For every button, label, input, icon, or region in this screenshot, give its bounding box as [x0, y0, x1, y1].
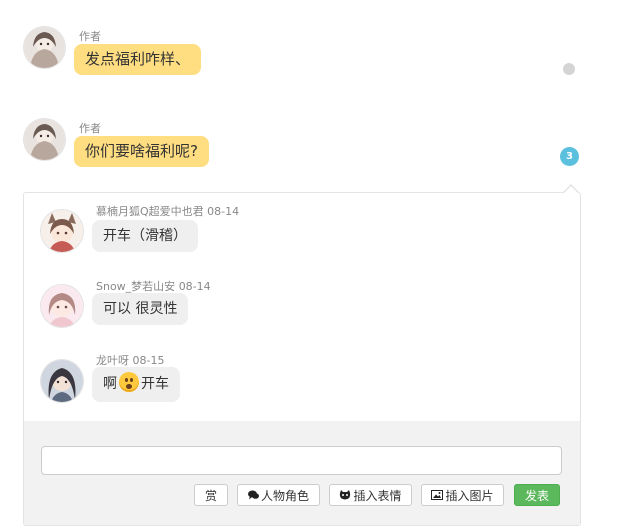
reply-bubble: 可以 很灵性 — [92, 293, 189, 325]
reply-count-badge[interactable]: 3 — [560, 147, 579, 166]
insert-image-label: 插入图片 — [445, 489, 494, 503]
reply-date: 08-14 — [178, 280, 211, 293]
picture-icon — [431, 486, 444, 508]
reward-button[interactable]: 赏 — [194, 484, 228, 506]
reply-text: 开车 — [141, 376, 169, 392]
message-bubble: 你们要啥福利呢? — [74, 136, 209, 167]
face-icon — [339, 486, 351, 508]
reply-username[interactable]: 龙叶呀 — [96, 354, 129, 367]
reply-indicator-dot[interactable] — [563, 63, 575, 75]
reply-meta: Snow_梦若山安 08-14 — [96, 278, 211, 294]
author-name: 作者 — [79, 30, 101, 43]
reply-input[interactable] — [41, 446, 562, 475]
reply-avatar[interactable] — [41, 210, 83, 252]
speech-bubbles-icon — [247, 486, 259, 508]
reply-username[interactable]: 慕楠月狐Q超爱中也君 — [96, 205, 204, 218]
reply-avatar[interactable] — [41, 360, 83, 402]
reply-date: 08-15 — [132, 354, 165, 367]
reply-bubble: 开车（滑稽） — [92, 220, 198, 252]
reply-composer: 赏 人物角色 插入表情 插入图片 发表 — [24, 421, 580, 525]
reply-username[interactable]: Snow_梦若山安 — [96, 280, 175, 293]
astonished-face-icon — [119, 372, 139, 392]
message-bubble: 发点福利咋样、 — [74, 44, 202, 75]
reply-meta: 慕楠月狐Q超爱中也君 08-14 — [96, 203, 239, 219]
insert-emoji-button[interactable]: 插入表情 — [329, 484, 412, 506]
author-name: 作者 — [79, 122, 101, 135]
character-label: 人物角色 — [260, 489, 309, 503]
reply-date: 08-14 — [207, 205, 240, 218]
author-avatar[interactable] — [24, 27, 65, 68]
insert-emoji-label: 插入表情 — [353, 489, 402, 503]
reply-bubble: 啊 开车 — [92, 367, 180, 402]
character-button[interactable]: 人物角色 — [237, 484, 320, 506]
reply-meta: 龙叶呀 08-15 — [96, 352, 164, 368]
send-button[interactable]: 发表 — [514, 484, 560, 506]
insert-image-button[interactable]: 插入图片 — [421, 484, 504, 506]
reward-label: 赏 — [204, 489, 217, 503]
panel-pointer-inner — [564, 186, 578, 193]
reply-avatar[interactable] — [41, 285, 83, 327]
replies-panel: 慕楠月狐Q超爱中也君 08-14 开车（滑稽） Snow_梦若山安 08-14 … — [23, 192, 581, 526]
reply-text: 啊 — [103, 376, 117, 392]
send-label: 发表 — [524, 489, 549, 503]
author-avatar[interactable] — [24, 119, 65, 160]
